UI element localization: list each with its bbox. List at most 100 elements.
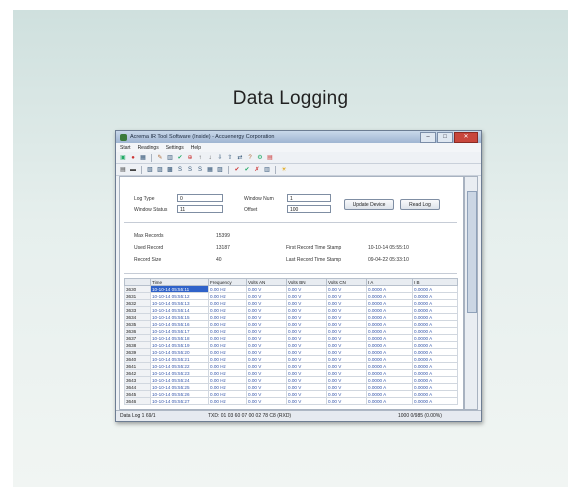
table-row[interactable]: 3638 10-10-14 05:55:19 0.00 Hz 0.00 V 0.00 V… xyxy=(124,341,458,349)
toolbar-icon[interactable]: ▣ xyxy=(119,154,127,162)
toolbar-icon[interactable]: ⇧ xyxy=(226,154,234,162)
table-cell: 10-10-14 05:55:12 xyxy=(150,292,209,300)
section-divider xyxy=(124,222,457,223)
table-cell: 0.0000 A xyxy=(412,376,458,384)
table-cell: 0.00 Hz xyxy=(208,285,247,293)
toolbar-icon[interactable]: ✔ xyxy=(176,154,184,162)
toolbar-icon[interactable]: ⇩ xyxy=(216,154,224,162)
toolbar-icon[interactable]: ● xyxy=(129,154,137,162)
table-row[interactable]: 3642 10-10-14 05:55:23 0.00 Hz 0.00 V 0.00 V… xyxy=(124,369,458,377)
table-cell: 0.00 Hz xyxy=(208,327,247,335)
toolbar-icon[interactable]: ▨ xyxy=(156,166,164,174)
toolbar-icon[interactable]: ▤ xyxy=(266,154,274,162)
toolbar-icon[interactable]: ▩ xyxy=(166,166,174,174)
update-device-button[interactable]: Update Device xyxy=(344,199,394,210)
toolbar-icon[interactable]: S xyxy=(176,166,184,174)
toolbar-icon[interactable]: ☀ xyxy=(280,166,288,174)
toolbar-icon[interactable]: ↑ xyxy=(196,154,204,162)
column-header[interactable] xyxy=(124,278,151,286)
table-row[interactable]: 3634 10-10-14 05:55:15 0.00 Hz 0.00 V 0.00 V… xyxy=(124,313,458,321)
toolbar-icon[interactable]: ⚙ xyxy=(256,154,264,162)
toolbar-icon[interactable]: ▥ xyxy=(263,166,271,174)
toolbar-icon[interactable]: ✔ xyxy=(243,166,251,174)
table-row[interactable]: 3645 10-10-14 05:55:26 0.00 Hz 0.00 V 0.00 V… xyxy=(124,390,458,398)
table-cell: 0.00 Hz xyxy=(208,341,247,349)
offset-field[interactable]: 100 xyxy=(287,205,331,213)
toolbar-icon[interactable]: ⇄ xyxy=(236,154,244,162)
table-row[interactable]: 3643 10-10-14 05:55:24 0.00 Hz 0.00 V 0.00 V… xyxy=(124,376,458,384)
table-cell: 0.00 V xyxy=(246,383,287,391)
column-header[interactable]: Volts BN xyxy=(286,278,327,286)
toolbar-icon[interactable]: ▦ xyxy=(139,154,147,162)
table-row[interactable]: 3644 10-10-14 05:55:25 0.00 Hz 0.00 V 0.00 V… xyxy=(124,383,458,391)
close-button[interactable]: ✕ xyxy=(454,132,478,143)
column-header[interactable]: I A xyxy=(366,278,413,286)
toolbar-icon[interactable]: ⊕ xyxy=(186,154,194,162)
column-header[interactable]: Time xyxy=(150,278,209,286)
scrollbar-thumb[interactable] xyxy=(467,191,477,313)
menu-settings[interactable]: Settings xyxy=(166,145,184,151)
window-num-field[interactable]: 1 xyxy=(287,194,331,202)
row-index: 3644 xyxy=(124,383,151,391)
table-row[interactable]: 3636 10-10-14 05:55:17 0.00 Hz 0.00 V 0.00 V… xyxy=(124,327,458,335)
table-cell: 10-10-14 05:55:23 xyxy=(150,369,209,377)
menu-help[interactable]: Help xyxy=(191,145,201,151)
table-row[interactable]: 3635 10-10-14 05:55:16 0.00 Hz 0.00 V 0.00 V… xyxy=(124,320,458,328)
row-index: 3635 xyxy=(124,320,151,328)
minimize-button[interactable]: – xyxy=(420,132,436,143)
column-header[interactable]: Volts AN xyxy=(246,278,287,286)
maximize-button[interactable]: □ xyxy=(437,132,453,143)
table-row[interactable]: 3632 10-10-14 05:55:13 0.00 Hz 0.00 V 0.00 V… xyxy=(124,299,458,307)
table-cell: 0.00 V xyxy=(326,285,367,293)
table-cell: 0.00 V xyxy=(286,299,327,307)
table-cell: 0.0000 A xyxy=(366,376,413,384)
table-cell: 0.00 V xyxy=(286,285,327,293)
table-row[interactable]: 3646 10-10-14 05:55:27 0.00 Hz 0.00 V 0.00 V… xyxy=(124,397,458,405)
table-cell: 0.00 V xyxy=(246,327,287,335)
table-cell: 0.00 V xyxy=(286,369,327,377)
table-row[interactable]: 3630 10-10-14 05:55:11 0.00 Hz 0.00 V 0.00 V… xyxy=(124,285,458,293)
toolbar-icon[interactable]: ▤ xyxy=(119,166,127,174)
read-log-button[interactable]: Read Log xyxy=(400,199,440,210)
toolbar-icon[interactable]: ↓ xyxy=(206,154,214,162)
table-cell: 0.00 V xyxy=(326,334,367,342)
toolbar-icon[interactable]: ✎ xyxy=(156,154,164,162)
toolbar-icon[interactable]: ✔ xyxy=(233,166,241,174)
toolbar-icon[interactable]: ▬ xyxy=(129,166,137,174)
table-cell: 0.00 V xyxy=(326,292,367,300)
table-row[interactable]: 3633 10-10-14 05:55:14 0.00 Hz 0.00 V 0.00 V… xyxy=(124,306,458,314)
toolbar-icon[interactable]: S xyxy=(196,166,204,174)
table-row[interactable]: 3637 10-10-14 05:55:18 0.00 Hz 0.00 V 0.00 V… xyxy=(124,334,458,342)
table-row[interactable]: 3640 10-10-14 05:55:21 0.00 Hz 0.00 V 0.00 V… xyxy=(124,355,458,363)
table-cell: 0.00 V xyxy=(246,355,287,363)
menu-readings[interactable]: Readings xyxy=(138,145,159,151)
table-cell: 10-10-14 05:55:20 xyxy=(150,348,209,356)
row-index: 3645 xyxy=(124,390,151,398)
toolbar-icon[interactable]: ✗ xyxy=(253,166,261,174)
column-header[interactable]: Volts CN xyxy=(326,278,367,286)
menu-bar: Start Readings Settings Help xyxy=(116,143,481,152)
max-records-value: 15399 xyxy=(216,233,230,239)
toolbar-icon[interactable]: ▥ xyxy=(166,154,174,162)
toolbar-icon[interactable]: ▦ xyxy=(206,166,214,174)
table-cell: 0.00 V xyxy=(286,376,327,384)
toolbar-icon[interactable]: S xyxy=(186,166,194,174)
toolbar-icon[interactable]: ▧ xyxy=(146,166,154,174)
table-cell: 0.00 Hz xyxy=(208,306,247,314)
table-cell: 0.00 V xyxy=(326,327,367,335)
table-cell: 0.00 V xyxy=(246,306,287,314)
column-header[interactable]: Frequency xyxy=(208,278,247,286)
table-row[interactable]: 3639 10-10-14 05:55:20 0.00 Hz 0.00 V 0.00 V… xyxy=(124,348,458,356)
menu-start[interactable]: Start xyxy=(120,145,131,151)
status-left: Data Log 1 69/1 xyxy=(120,413,156,419)
log-type-field[interactable]: 0 xyxy=(177,194,223,202)
table-row[interactable]: 3641 10-10-14 05:55:22 0.00 Hz 0.00 V 0.00 V… xyxy=(124,362,458,370)
column-header[interactable]: I B xyxy=(412,278,458,286)
table-cell: 0.0000 A xyxy=(412,355,458,363)
toolbar-icon[interactable]: ▨ xyxy=(216,166,224,174)
window-status-field[interactable]: 11 xyxy=(177,205,223,213)
window-titlebar[interactable]: Acrema IR Tool Software (Inside) - Accue… xyxy=(116,131,481,143)
table-row[interactable]: 3631 10-10-14 05:55:12 0.00 Hz 0.00 V 0.00 V… xyxy=(124,292,458,300)
toolbar-icon[interactable]: ? xyxy=(246,154,254,162)
vertical-scrollbar[interactable] xyxy=(464,176,478,410)
